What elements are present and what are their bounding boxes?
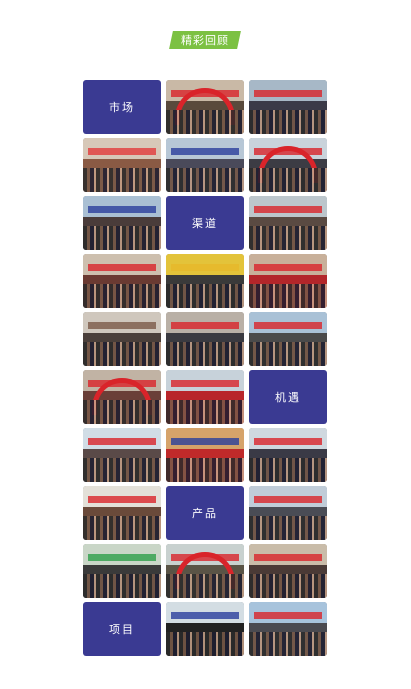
photo-banner: [253, 437, 323, 446]
photo-crowd: [83, 225, 161, 250]
photo-crowd: [249, 515, 327, 540]
photo-crowd: [249, 457, 327, 482]
photo-banner: [253, 205, 323, 214]
category-label: 市场: [109, 101, 135, 114]
event-photo[interactable]: [83, 312, 161, 366]
event-photo[interactable]: [166, 428, 244, 482]
photo-banner: [87, 263, 157, 272]
photo-banner: [253, 495, 323, 504]
photo-banner: [253, 321, 323, 330]
photo-crowd: [166, 283, 244, 308]
event-photo[interactable]: [249, 486, 327, 540]
event-photo[interactable]: [83, 196, 161, 250]
photo-crowd: [249, 341, 327, 366]
event-photo[interactable]: [166, 80, 244, 134]
category-label: 项目: [109, 623, 135, 636]
photo-crowd: [249, 109, 327, 134]
photo-crowd: [166, 341, 244, 366]
photo-crowd: [83, 573, 161, 598]
photo-crowd: [166, 109, 244, 134]
event-photo[interactable]: [83, 486, 161, 540]
photo-banner: [170, 321, 240, 330]
photo-banner: [87, 553, 157, 562]
category-tile[interactable]: 产品: [166, 486, 244, 540]
photo-banner: [87, 321, 157, 330]
photo-crowd: [83, 399, 161, 424]
photo-banner: [87, 205, 157, 214]
event-photo[interactable]: [249, 254, 327, 308]
photo-crowd: [83, 515, 161, 540]
photo-crowd: [166, 457, 244, 482]
photo-banner: [87, 495, 157, 504]
event-photo[interactable]: [249, 80, 327, 134]
photo-crowd: [166, 631, 244, 656]
event-photo[interactable]: [166, 312, 244, 366]
photo-crowd: [83, 457, 161, 482]
category-tile[interactable]: 机遇: [249, 370, 327, 424]
photo-banner: [253, 553, 323, 562]
photo-crowd: [249, 283, 327, 308]
event-photo[interactable]: [166, 602, 244, 656]
photo-banner: [170, 147, 240, 156]
photo-banner: [87, 437, 157, 446]
photo-banner: [170, 263, 240, 272]
category-tile[interactable]: 项目: [83, 602, 161, 656]
event-photo[interactable]: [249, 602, 327, 656]
photo-banner: [170, 611, 240, 620]
event-photo[interactable]: [249, 138, 327, 192]
event-photo[interactable]: [166, 254, 244, 308]
photo-crowd: [83, 341, 161, 366]
photo-crowd: [83, 167, 161, 192]
event-photo[interactable]: [83, 254, 161, 308]
photo-grid: 市场渠道机遇产品项目: [83, 80, 328, 656]
photo-crowd: [166, 573, 244, 598]
photo-crowd: [249, 225, 327, 250]
event-photo[interactable]: [249, 428, 327, 482]
photo-crowd: [166, 399, 244, 424]
photo-crowd: [166, 167, 244, 192]
photo-crowd: [83, 283, 161, 308]
event-photo[interactable]: [166, 544, 244, 598]
photo-banner: [170, 437, 240, 446]
category-label: 机遇: [275, 391, 301, 404]
category-label: 产品: [192, 507, 218, 520]
category-tile[interactable]: 渠道: [166, 196, 244, 250]
photo-banner: [87, 147, 157, 156]
section-title-banner: 精彩回顾: [169, 31, 241, 49]
photo-crowd: [249, 573, 327, 598]
photo-banner: [170, 379, 240, 388]
category-tile[interactable]: 市场: [83, 80, 161, 134]
photo-banner: [253, 89, 323, 98]
event-photo[interactable]: [83, 544, 161, 598]
photo-crowd: [249, 167, 327, 192]
section-title: 精彩回顾: [181, 34, 229, 47]
photo-banner: [253, 263, 323, 272]
category-label: 渠道: [192, 217, 218, 230]
event-photo[interactable]: [249, 544, 327, 598]
event-photo[interactable]: [166, 138, 244, 192]
event-photo[interactable]: [249, 312, 327, 366]
event-photo[interactable]: [249, 196, 327, 250]
event-photo[interactable]: [83, 370, 161, 424]
photo-banner: [253, 611, 323, 620]
event-photo[interactable]: [83, 138, 161, 192]
event-photo[interactable]: [166, 370, 244, 424]
photo-crowd: [249, 631, 327, 656]
event-photo[interactable]: [83, 428, 161, 482]
